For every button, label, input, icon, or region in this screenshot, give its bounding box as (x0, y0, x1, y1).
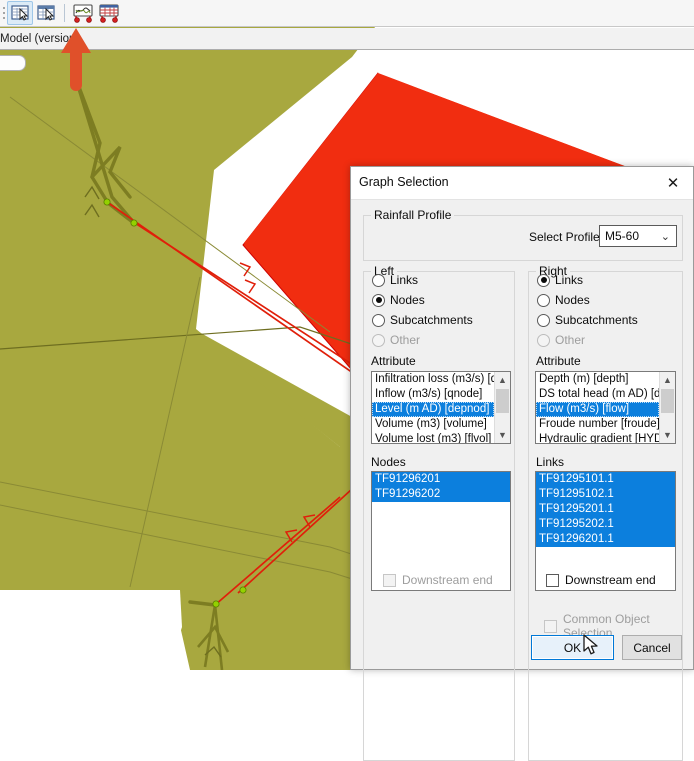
left-radio-nodes-label: Nodes (390, 293, 425, 307)
left-radio-subcatchments-label: Subcatchments (390, 313, 473, 327)
right-downstream-end-label: Downstream end (565, 573, 656, 587)
scroll-down-icon[interactable]: ▼ (660, 427, 675, 443)
right-attribute-listbox[interactable]: Depth (m) [depth] DS total head (m AD) [… (535, 371, 676, 444)
radio-icon (537, 313, 550, 327)
left-radio-nodes[interactable]: Nodes (372, 293, 425, 307)
checkbox-icon (546, 573, 559, 587)
right-radio-subcatchments[interactable]: Subcatchments (537, 313, 638, 327)
graph-selection-icon (73, 3, 93, 23)
toolbar-grip[interactable] (0, 0, 7, 27)
list-item[interactable]: Volume (m3) [volume] (372, 417, 494, 432)
mouse-cursor (583, 634, 598, 655)
grid-selection-icon (99, 3, 119, 23)
select-objects-button[interactable] (7, 1, 33, 25)
list-item[interactable]: Inflow (m3/s) [qnode] (372, 387, 494, 402)
list-item[interactable]: TF91295202.1 (536, 517, 675, 532)
select-multiple-icon (36, 5, 55, 21)
right-radio-nodes[interactable]: Nodes (537, 293, 590, 307)
radio-icon (537, 273, 550, 287)
radio-icon (372, 273, 385, 287)
list-item[interactable]: Hydraulic gradient [HYDGRA (536, 432, 659, 443)
rainfall-profile-label: Rainfall Profile (371, 208, 455, 222)
select-profile-value: M5-60 (605, 229, 640, 243)
scroll-thumb[interactable] (496, 389, 509, 413)
list-item[interactable]: DS total head (m AD) [ds_t (536, 387, 659, 402)
left-downstream-end-label: Downstream end (402, 573, 493, 587)
scroll-down-icon[interactable]: ▼ (495, 427, 510, 443)
radio-icon (537, 333, 550, 347)
document-title-bar: Model (version (0, 28, 694, 50)
list-item[interactable]: TF91296201.1 (536, 532, 675, 547)
toolbar (0, 0, 694, 27)
left-attribute-scrollbar[interactable]: ▲ ▼ (494, 372, 510, 443)
panel-tab-stub[interactable] (0, 55, 26, 71)
left-downstream-end-checkbox: Downstream end (383, 573, 493, 587)
list-item[interactable]: TF91296201 (372, 472, 510, 487)
dialog-title: Graph Selection (359, 175, 449, 189)
left-radio-links-label: Links (390, 273, 419, 287)
right-attribute-label: Attribute (536, 354, 581, 368)
list-item[interactable]: Infiltration loss (m3/s) [qinf (372, 372, 494, 387)
right-radio-subcatchments-label: Subcatchments (555, 313, 638, 327)
select-profile-label: Select Profile (529, 230, 600, 244)
scroll-up-icon[interactable]: ▲ (495, 372, 510, 388)
graph-selection-dialog: Graph Selection ✕ Rainfall Profile Selec… (350, 166, 694, 761)
select-profile-dropdown[interactable]: M5-60 ⌄ (599, 225, 677, 247)
select-multiple-button[interactable] (33, 1, 59, 25)
left-attribute-label: Attribute (371, 354, 416, 368)
chevron-down-icon: ⌄ (660, 231, 670, 243)
right-downstream-end-checkbox[interactable]: Downstream end (546, 573, 656, 587)
toolbar-separator (64, 4, 65, 22)
radio-icon (537, 293, 550, 307)
right-radio-links[interactable]: Links (537, 273, 583, 287)
radio-icon (372, 333, 385, 347)
left-radio-other: Other (372, 333, 420, 347)
checkbox-icon (544, 619, 557, 633)
select-objects-icon (10, 5, 29, 21)
ok-button[interactable]: OK (531, 635, 614, 660)
scroll-up-icon[interactable]: ▲ (660, 372, 675, 388)
radio-icon (372, 293, 385, 307)
list-item[interactable]: Flow (m3/s) [flow] (536, 402, 659, 417)
right-radio-other: Other (537, 333, 585, 347)
right-radio-links-label: Links (555, 273, 584, 287)
right-objects-label: Links (536, 455, 565, 469)
close-icon[interactable]: ✕ (653, 167, 693, 199)
list-item[interactable]: Volume lost (m3) [flvol] (372, 432, 494, 443)
grid-selection-button[interactable] (96, 1, 122, 25)
radio-icon (372, 313, 385, 327)
list-item[interactable]: Depth (m) [depth] (536, 372, 659, 387)
list-item[interactable]: TF91295102.1 (536, 487, 675, 502)
right-attribute-scrollbar[interactable]: ▲ ▼ (659, 372, 675, 443)
cancel-button[interactable]: Cancel (622, 635, 682, 660)
list-item[interactable]: TF91295201.1 (536, 502, 675, 517)
left-radio-subcatchments[interactable]: Subcatchments (372, 313, 473, 327)
list-item[interactable]: TF91296202 (372, 487, 510, 502)
scroll-thumb[interactable] (661, 389, 674, 413)
list-item[interactable]: Level (m AD) [depnod] (372, 402, 494, 417)
left-radio-links[interactable]: Links (372, 273, 418, 287)
left-radio-other-label: Other (390, 333, 421, 347)
left-objects-label: Nodes (371, 455, 406, 469)
left-attribute-listbox[interactable]: Infiltration loss (m3/s) [qinf Inflow (m… (371, 371, 511, 444)
list-item[interactable]: TF91295101.1 (536, 472, 675, 487)
dialog-title-bar: Graph Selection ✕ (351, 167, 693, 200)
right-radio-other-label: Other (555, 333, 586, 347)
list-item[interactable]: Froude number [froude] (536, 417, 659, 432)
right-radio-nodes-label: Nodes (555, 293, 590, 307)
graph-selection-button[interactable] (70, 1, 96, 25)
red-up-arrow-annotation (61, 28, 91, 91)
checkbox-icon (383, 573, 396, 587)
